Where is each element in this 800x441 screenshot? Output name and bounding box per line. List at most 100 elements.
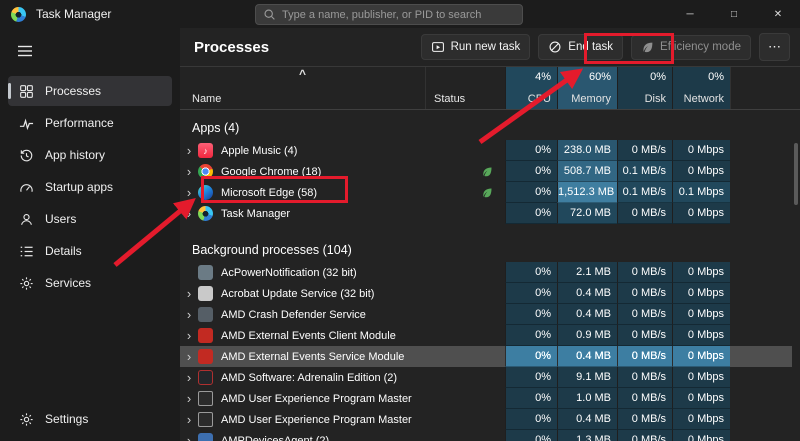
process-name: AMD User Experience Program Master	[221, 393, 412, 405]
expand-chevron-icon[interactable]: ›	[180, 388, 198, 409]
expand-chevron-icon[interactable]: ›	[180, 346, 198, 367]
users-icon	[18, 211, 34, 227]
services-icon	[18, 275, 34, 291]
window-title: Task Manager	[36, 7, 111, 21]
process-name-cell: ›AMD User Experience Program Master	[180, 409, 425, 430]
sidebar-item-settings[interactable]: Settings	[8, 404, 172, 434]
search-input[interactable]	[282, 9, 515, 21]
sidebar-item-details[interactable]: Details	[8, 236, 172, 266]
process-row[interactable]: ›Google Chrome (18)0%508.7 MB0.1 MB/s0 M…	[180, 161, 792, 182]
column-header-network[interactable]: 0% Network	[672, 67, 730, 109]
row-filler	[730, 430, 792, 441]
cpu-cell: 0%	[505, 430, 557, 441]
gear-icon	[18, 411, 34, 427]
amd-icon	[198, 349, 213, 364]
disk-cell: 0 MB/s	[617, 430, 672, 441]
expand-chevron-icon[interactable]: ›	[180, 430, 198, 441]
status-cell	[425, 203, 505, 224]
column-header-memory[interactable]: 60% Memory	[557, 67, 617, 109]
process-row[interactable]: ›AMD Software: Adrenalin Edition (2)0%9.…	[180, 367, 792, 388]
disk-cell: 0.1 MB/s	[617, 182, 672, 203]
run-new-task-button[interactable]: Run new task	[421, 34, 531, 60]
process-name: Task Manager	[221, 208, 290, 220]
maximize-button[interactable]: □	[712, 0, 756, 28]
end-task-button[interactable]: End task	[538, 34, 623, 60]
process-row[interactable]: ›AMPDevicesAgent (2)0%1.3 MB0 MB/s0 Mbps	[180, 430, 792, 441]
expand-chevron-icon[interactable]: ›	[180, 304, 198, 325]
network-cell: 0 Mbps	[672, 388, 730, 409]
group-header[interactable]: Apps (4)	[180, 116, 792, 140]
amd-adrenalin-icon	[198, 370, 213, 385]
disk-cell: 0 MB/s	[617, 203, 672, 224]
process-row[interactable]: ›Acrobat Update Service (32 bit)0%0.4 MB…	[180, 283, 792, 304]
column-header-status[interactable]: Status	[425, 67, 505, 109]
process-row[interactable]: AcPowerNotification (32 bit)0%2.1 MB0 MB…	[180, 262, 792, 283]
menu-toggle-button[interactable]	[8, 36, 42, 66]
toolbar: Processes Run new task End task Efficien…	[180, 28, 800, 66]
expand-chevron-icon[interactable]: ›	[180, 325, 198, 346]
sidebar-item-app-history[interactable]: App history	[8, 140, 172, 170]
titlebar: Task Manager ─ □ ✕	[0, 0, 800, 28]
more-options-button[interactable]: ⋯	[759, 33, 790, 61]
sidebar-item-startup-apps[interactable]: Startup apps	[8, 172, 172, 202]
disk-cell: 0 MB/s	[617, 346, 672, 367]
process-row[interactable]: ›AMD External Events Client Module0%0.9 …	[180, 325, 792, 346]
process-row[interactable]: ›Microsoft Edge (58)0%1,512.3 MB0.1 MB/s…	[180, 182, 792, 203]
sidebar-item-processes[interactable]: Processes	[8, 76, 172, 106]
process-name-cell: ›AMD Software: Adrenalin Edition (2)	[180, 367, 425, 388]
process-row[interactable]: ›AMD User Experience Program Master0%1.0…	[180, 388, 792, 409]
process-row[interactable]: ›AMD External Events Service Module0%0.4…	[180, 346, 792, 367]
process-table-body: Apps (4)›♪Apple Music (4)0%238.0 MB0 MB/…	[180, 110, 792, 441]
status-cell	[425, 161, 505, 182]
sidebar-item-label: Settings	[45, 412, 88, 426]
apple-music-icon: ♪	[198, 143, 213, 158]
status-cell	[425, 304, 505, 325]
expand-chevron-icon[interactable]: ›	[180, 203, 198, 224]
process-name-cell: ›AMD Crash Defender Service	[180, 304, 425, 325]
search-box[interactable]	[255, 4, 523, 25]
sidebar-item-performance[interactable]: Performance	[8, 108, 172, 138]
sidebar-item-label: Startup apps	[45, 180, 113, 194]
process-name: AMPDevicesAgent (2)	[221, 435, 329, 441]
row-filler	[730, 409, 792, 430]
close-button[interactable]: ✕	[756, 0, 800, 28]
status-cell	[425, 409, 505, 430]
network-cell: 0 Mbps	[672, 283, 730, 304]
expand-chevron-icon[interactable]: ›	[180, 182, 198, 203]
expand-chevron-icon[interactable]: ›	[180, 161, 198, 182]
row-filler	[730, 161, 792, 182]
disk-cell: 0 MB/s	[617, 367, 672, 388]
network-cell: 0 Mbps	[672, 346, 730, 367]
process-row[interactable]: ›♪Apple Music (4)0%238.0 MB0 MB/s0 Mbps	[180, 140, 792, 161]
expand-chevron-icon[interactable]: ›	[180, 367, 198, 388]
column-header-disk[interactable]: 0% Disk	[617, 67, 672, 109]
process-name-cell: › AMD User Experience Program Master	[180, 388, 425, 409]
column-header-cpu[interactable]: 4% CPU	[505, 67, 557, 109]
disk-cell: 0 MB/s	[617, 388, 672, 409]
sidebar-item-users[interactable]: Users	[8, 204, 172, 234]
page-title: Processes	[194, 39, 269, 56]
memory-cell: 72.0 MB	[557, 203, 617, 224]
acrobat-icon	[198, 286, 213, 301]
process-name-cell: AcPowerNotification (32 bit)	[180, 262, 425, 283]
memory-cell: 2.1 MB	[557, 262, 617, 283]
sidebar-item-services[interactable]: Services	[8, 268, 172, 298]
expand-chevron-icon[interactable]: ›	[180, 409, 198, 430]
efficiency-mode-button[interactable]: Efficiency mode	[631, 35, 751, 60]
process-row[interactable]: ›AMD Crash Defender Service0%0.4 MB0 MB/…	[180, 304, 792, 325]
group-header[interactable]: Background processes (104)	[180, 238, 792, 262]
sort-caret-icon[interactable]: ^	[180, 68, 425, 80]
minimize-button[interactable]: ─	[668, 0, 712, 28]
expand-chevron-icon[interactable]: ›	[180, 140, 198, 161]
expand-chevron-icon[interactable]: ›	[180, 283, 198, 304]
vertical-scrollbar[interactable]	[794, 143, 798, 205]
sidebar: ProcessesPerformance App history Startup a…	[0, 28, 180, 441]
process-row[interactable]: ›AMD User Experience Program Master0%0.4…	[180, 409, 792, 430]
process-row[interactable]: ›Task Manager0%72.0 MB0 MB/s0 Mbps	[180, 203, 792, 224]
status-cell	[425, 140, 505, 161]
memory-cell: 0.9 MB	[557, 325, 617, 346]
column-header-name[interactable]: ^ Name	[180, 67, 425, 109]
sidebar-item-label: App history	[45, 148, 105, 162]
efficiency-leaf-icon	[481, 187, 493, 199]
row-filler	[730, 283, 792, 304]
